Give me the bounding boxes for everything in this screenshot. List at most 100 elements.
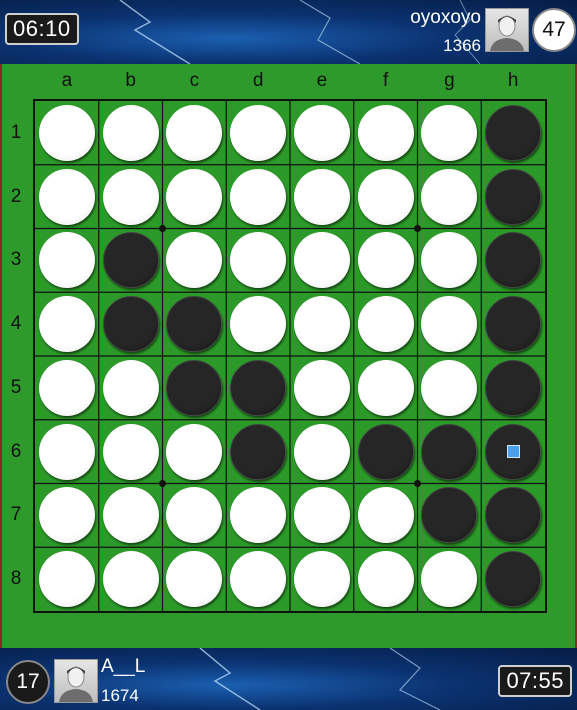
white-disc [38,551,95,608]
black-disc [421,423,478,480]
board-cell-h2[interactable] [481,165,545,229]
column-label-f: f [382,70,389,91]
board-cell-f4[interactable] [354,292,418,356]
white-disc [421,232,478,289]
column-label-g: g [444,70,455,91]
board-cell-a8[interactable] [35,547,99,611]
board-cell-f7[interactable] [354,484,418,548]
white-disc [230,168,287,225]
white-disc [38,168,95,225]
board-cell-h7[interactable] [481,484,545,548]
white-disc [230,104,287,161]
row-label-2: 2 [10,185,22,207]
board-cell-a1[interactable] [35,101,99,165]
board-cell-a2[interactable] [35,165,99,229]
board-cell-b6[interactable] [99,420,163,484]
board-cell-b3[interactable] [99,229,163,293]
board-cell-g3[interactable] [418,229,482,293]
board-cell-g2[interactable] [418,165,482,229]
board-cell-b5[interactable] [99,356,163,420]
board-cell-g1[interactable] [418,101,482,165]
bottom-player-disc-count: 17 [6,660,50,704]
board-cell-c4[interactable] [163,292,227,356]
top-player-avatar [485,8,529,52]
white-disc [293,359,350,416]
board-cell-f6[interactable] [354,420,418,484]
bottom-player-bar: 17 A__L 1674 07:55 [0,648,577,710]
black-disc [102,296,159,353]
black-disc [166,359,223,416]
board-cell-c5[interactable] [163,356,227,420]
black-disc [230,423,287,480]
board-cell-b2[interactable] [99,165,163,229]
board-cell-c6[interactable] [163,420,227,484]
white-disc [102,551,159,608]
white-disc [166,423,223,480]
board-cell-d3[interactable] [226,229,290,293]
board-cell-g7[interactable] [418,484,482,548]
board-cell-h3[interactable] [481,229,545,293]
board-cell-f3[interactable] [354,229,418,293]
bottom-player-timer: 07:55 [498,665,572,697]
board-cell-a3[interactable] [35,229,99,293]
board-cell-d6[interactable] [226,420,290,484]
board-cell-d4[interactable] [226,292,290,356]
board-cell-b1[interactable] [99,101,163,165]
board-cell-e6[interactable] [290,420,354,484]
board-cell-a7[interactable] [35,484,99,548]
white-disc [166,168,223,225]
board-cell-c8[interactable] [163,547,227,611]
board-cell-d5[interactable] [226,356,290,420]
board-cell-f8[interactable] [354,547,418,611]
board-cell-d8[interactable] [226,547,290,611]
board-cell-g6[interactable] [418,420,482,484]
top-player-timer: 06:10 [5,13,79,45]
board-cell-d2[interactable] [226,165,290,229]
board-cell-e7[interactable] [290,484,354,548]
board-cell-a5[interactable] [35,356,99,420]
board-cell-e2[interactable] [290,165,354,229]
board-cell-c1[interactable] [163,101,227,165]
board-cell-c7[interactable] [163,484,227,548]
row-label-5: 5 [10,376,22,398]
board-cell-e8[interactable] [290,547,354,611]
white-disc [421,359,478,416]
last-move-marker-icon [506,445,520,459]
white-disc [293,551,350,608]
board-cell-g4[interactable] [418,292,482,356]
white-disc [357,359,414,416]
white-disc [293,232,350,289]
board-cell-a6[interactable] [35,420,99,484]
board-cell-b7[interactable] [99,484,163,548]
white-disc [166,104,223,161]
white-disc [166,551,223,608]
board-cell-h8[interactable] [481,547,545,611]
top-player-bar: 06:10 oyoxoyo 1366 47 [0,0,577,64]
board-cell-e1[interactable] [290,101,354,165]
board-cell-e5[interactable] [290,356,354,420]
white-disc [230,487,287,544]
black-disc [485,423,542,480]
board-cell-g5[interactable] [418,356,482,420]
white-disc [421,168,478,225]
board-cell-d1[interactable] [226,101,290,165]
board-cell-b8[interactable] [99,547,163,611]
board-cell-h1[interactable] [481,101,545,165]
board-cell-h5[interactable] [481,356,545,420]
board-cell-f2[interactable] [354,165,418,229]
board-cell-e4[interactable] [290,292,354,356]
board-cell-d7[interactable] [226,484,290,548]
board-cell-a4[interactable] [35,292,99,356]
top-player-disc-count: 47 [532,8,576,52]
board-cell-c3[interactable] [163,229,227,293]
board-cell-g8[interactable] [418,547,482,611]
avatar-person-icon [59,666,93,702]
board-cell-h6[interactable] [481,420,545,484]
board-cell-h4[interactable] [481,292,545,356]
board-cell-f5[interactable] [354,356,418,420]
board-cell-e3[interactable] [290,229,354,293]
white-disc [293,487,350,544]
board-cell-f1[interactable] [354,101,418,165]
board-cell-c2[interactable] [163,165,227,229]
board-cell-b4[interactable] [99,292,163,356]
